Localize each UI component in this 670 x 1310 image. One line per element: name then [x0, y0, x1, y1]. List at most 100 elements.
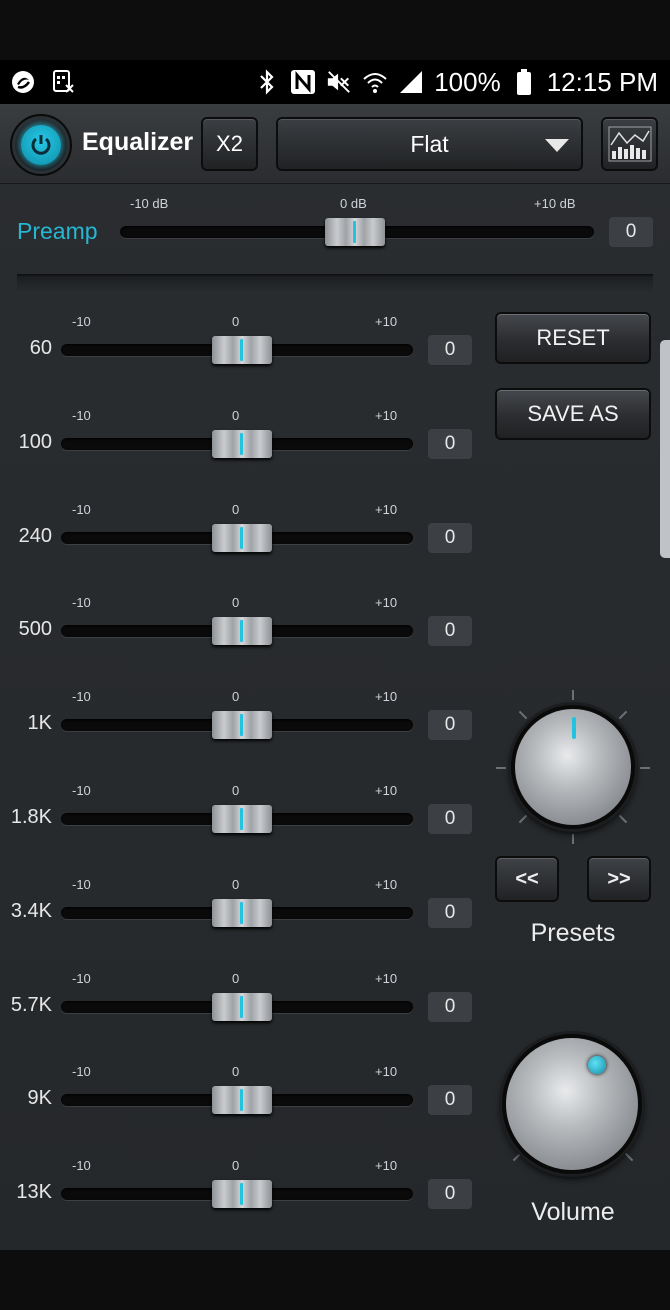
x2-button[interactable]: X2 — [201, 117, 258, 171]
band-value[interactable]: 0 — [428, 804, 472, 834]
band-slider-thumb[interactable] — [212, 899, 272, 927]
knob-tick — [624, 1152, 634, 1162]
band-slider-thumb[interactable] — [212, 1086, 272, 1114]
presets-knob[interactable] — [511, 705, 635, 829]
band-slider-thumb[interactable] — [212, 617, 272, 645]
band-row: -10 0 +10 500 0 — [0, 590, 480, 660]
band-frequency-label: 100 — [18, 431, 52, 453]
band-slider-thumb[interactable] — [212, 1180, 272, 1208]
save-as-button[interactable]: SAVE AS — [495, 388, 651, 440]
band-value[interactable]: 0 — [428, 1085, 472, 1115]
spectrum-icon — [608, 126, 651, 162]
band-mid-label: 0 — [232, 1064, 240, 1079]
band-row: -10 0 +10 240 0 — [0, 497, 480, 567]
power-button[interactable] — [10, 114, 72, 176]
band-value[interactable]: 0 — [428, 1179, 472, 1209]
thumb-indicator — [240, 902, 243, 924]
sim-icon — [50, 69, 76, 95]
app-notification-icon — [10, 69, 36, 95]
preamp-min-label: -10 dB — [130, 196, 169, 211]
wifi-icon — [362, 69, 388, 95]
band-value[interactable]: 0 — [428, 710, 472, 740]
preset-prev-button[interactable]: << — [495, 856, 559, 902]
band-frequency-label: 5.7K — [10, 994, 52, 1016]
band-value[interactable]: 0 — [428, 429, 472, 459]
band-max-label: +10 — [375, 783, 398, 798]
thumb-indicator — [353, 221, 356, 243]
band-min-label: -10 — [72, 689, 91, 704]
preamp-slider-thumb[interactable] — [325, 218, 385, 246]
preamp-max-label: +10 dB — [534, 196, 576, 211]
visualizer-button[interactable] — [601, 117, 658, 171]
band-mid-label: 0 — [232, 1158, 240, 1173]
thumb-indicator — [240, 339, 243, 361]
band-max-label: +10 — [375, 595, 398, 610]
thumb-indicator — [240, 1089, 243, 1111]
band-max-label: +10 — [375, 408, 398, 423]
band-value[interactable]: 0 — [428, 616, 472, 646]
band-slider-thumb[interactable] — [212, 524, 272, 552]
presets-knob-area — [494, 688, 654, 848]
volume-indicator — [588, 1056, 606, 1074]
band-max-label: +10 — [375, 502, 398, 517]
thumb-indicator — [240, 808, 243, 830]
equalizer-app: Equalizer X2 Flat Preamp -10 dB 0 dB +10… — [0, 104, 670, 1250]
knob-tick — [496, 767, 506, 769]
band-frequency-label: 13K — [16, 1181, 52, 1203]
band-mid-label: 0 — [232, 971, 240, 986]
band-mid-label: 0 — [232, 689, 240, 704]
knob-pointer — [572, 717, 576, 739]
thumb-indicator — [240, 714, 243, 736]
volume-knob[interactable] — [502, 1034, 642, 1174]
band-slider-thumb[interactable] — [212, 711, 272, 739]
band-value[interactable]: 0 — [428, 898, 472, 928]
preamp-value[interactable]: 0 — [609, 217, 653, 247]
band-max-label: +10 — [375, 1064, 398, 1079]
preset-selected: Flat — [410, 130, 449, 157]
band-min-label: -10 — [72, 1064, 91, 1079]
band-row: -10 0 +10 1.8K 0 — [0, 778, 480, 848]
reset-button[interactable]: RESET — [495, 312, 651, 364]
band-value[interactable]: 0 — [428, 992, 472, 1022]
band-min-label: -10 — [72, 783, 91, 798]
band-slider-thumb[interactable] — [212, 993, 272, 1021]
band-value[interactable]: 0 — [428, 523, 472, 553]
band-mid-label: 0 — [232, 783, 240, 798]
volume-knob-area — [494, 1024, 654, 1184]
preset-next-button[interactable]: >> — [587, 856, 651, 902]
band-row: -10 0 +10 5.7K 0 — [0, 966, 480, 1036]
scrollbar[interactable] — [660, 340, 670, 558]
band-frequency-label: 1K — [27, 712, 52, 734]
band-value[interactable]: 0 — [428, 335, 472, 365]
band-frequency-label: 9K — [27, 1087, 52, 1109]
band-mid-label: 0 — [232, 595, 240, 610]
thumb-indicator — [240, 620, 243, 642]
band-min-label: -10 — [72, 502, 91, 517]
band-frequency-label: 500 — [18, 618, 52, 640]
knob-tick — [640, 767, 650, 769]
band-frequency-label: 240 — [18, 525, 52, 547]
band-slider-thumb[interactable] — [212, 430, 272, 458]
band-max-label: +10 — [375, 877, 398, 892]
app-title: Equalizer — [82, 128, 194, 156]
knob-tick — [618, 710, 628, 720]
band-row: -10 0 +10 13K 0 — [0, 1153, 480, 1223]
knob-tick — [518, 814, 528, 824]
thumb-indicator — [240, 527, 243, 549]
band-row: -10 0 +10 100 0 — [0, 403, 480, 473]
band-row: -10 0 +10 60 0 — [0, 309, 480, 379]
band-slider-thumb[interactable] — [212, 336, 272, 364]
thumb-indicator — [240, 1183, 243, 1205]
band-min-label: -10 — [72, 595, 91, 610]
band-slider-thumb[interactable] — [212, 805, 272, 833]
preset-dropdown[interactable]: Flat — [276, 117, 583, 171]
mute-icon — [326, 69, 352, 95]
band-min-label: -10 — [72, 1158, 91, 1173]
band-frequency-label: 1.8K — [10, 806, 52, 828]
knob-tick — [572, 690, 574, 700]
battery-icon — [511, 69, 537, 95]
bottom-bezel — [0, 1250, 670, 1310]
band-row: -10 0 +10 1K 0 — [0, 684, 480, 754]
band-row: -10 0 +10 3.4K 0 — [0, 872, 480, 942]
power-icon — [21, 125, 61, 165]
